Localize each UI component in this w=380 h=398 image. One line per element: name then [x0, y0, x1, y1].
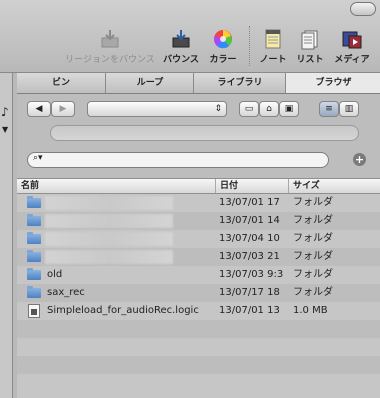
lists-button[interactable]: リスト — [294, 28, 326, 65]
notes-icon — [265, 29, 281, 49]
path-bar — [50, 125, 359, 141]
media-panel: ビン ループ ライブラリ ブラウザ ◀ ▶ ⇕ ▭ ⌂ ▣ ≡ ▥ ⌕▾ + 名… — [17, 73, 380, 398]
back-button[interactable]: ◀ — [27, 101, 51, 117]
bounce-label: バウンス — [163, 55, 199, 65]
file-table: 名前 日付 サイズ 13/07/01 17 フォルダ 13/07/01 14 フ… — [17, 178, 380, 398]
colors-button[interactable]: カラー — [207, 28, 239, 65]
column-view-icon: ▥ — [344, 104, 354, 114]
row-date: 13/07/01 13 — [219, 305, 280, 316]
row-size: 1.0 MB — [293, 305, 328, 316]
row-name: Simpleload_for_audioRec.logic — [47, 305, 199, 316]
forward-button[interactable]: ▶ — [51, 101, 75, 117]
bounce-region-label: リージョンをバウンス — [65, 55, 155, 65]
redacted-name — [45, 250, 173, 264]
tab-loops[interactable]: ループ — [105, 73, 194, 93]
project-location-button[interactable]: ▣ — [279, 101, 299, 117]
row-date: 13/07/17 18 — [219, 287, 280, 298]
column-header-size[interactable]: サイズ — [289, 179, 380, 193]
redacted-name — [45, 232, 173, 246]
row-size: フォルダ — [293, 269, 333, 280]
empty-row — [17, 338, 380, 356]
media-label: メディア — [334, 55, 370, 65]
empty-row — [17, 374, 380, 392]
left-panel-edge: ♪ ▼ — [0, 73, 13, 398]
lists-icon — [301, 30, 318, 50]
bounce-region-button[interactable]: リージョンをバウンス — [62, 28, 158, 65]
folder-icon — [27, 250, 41, 262]
redacted-name — [45, 196, 173, 210]
row-name: old — [47, 269, 63, 280]
tab-bin[interactable]: ビン — [17, 73, 105, 93]
column-header-date[interactable]: 日付 — [216, 179, 289, 193]
home-icon: ⌂ — [266, 104, 272, 114]
bounce-button[interactable]: バウンス — [163, 28, 199, 65]
list-view-icon: ≡ — [325, 104, 333, 114]
computer-location-button[interactable]: ▭ — [239, 101, 259, 117]
empty-row — [17, 356, 380, 374]
tab-library[interactable]: ライブラリ — [193, 73, 286, 93]
search-icon: ⌕▾ — [33, 153, 43, 163]
location-popup[interactable]: ⇕ — [87, 101, 227, 117]
list-view-button[interactable]: ≡ — [319, 101, 339, 117]
folder-icon — [27, 286, 41, 298]
media-icon — [342, 31, 362, 49]
computer-icon: ▭ — [244, 104, 254, 114]
bounce-region-icon — [101, 30, 119, 48]
redacted-name — [45, 214, 173, 228]
table-row[interactable]: 13/07/03 21 フォルダ — [17, 248, 380, 266]
empty-row — [17, 320, 380, 338]
table-row[interactable]: Simpleload_for_audioRec.logic 13/07/01 1… — [17, 302, 380, 320]
folder-icon — [27, 232, 41, 244]
table-row[interactable]: 13/07/01 14 フォルダ — [17, 212, 380, 230]
row-size: フォルダ — [293, 197, 333, 208]
disclosure-arrow-icon[interactable]: ▼ — [2, 125, 8, 134]
row-date: 13/07/03 21 — [219, 251, 280, 262]
row-date: 13/07/03 9:3 — [219, 269, 284, 280]
table-row[interactable]: 13/07/01 17 フォルダ — [17, 194, 380, 212]
panel-tabs: ビン ループ ライブラリ ブラウザ — [17, 73, 380, 94]
folder-icon — [27, 196, 41, 208]
color-wheel-icon — [214, 30, 232, 49]
row-date: 13/07/01 17 — [219, 197, 280, 208]
popup-arrows-icon: ⇕ — [214, 104, 222, 114]
search-field[interactable]: ⌕▾ — [27, 152, 329, 168]
folder-icon — [27, 268, 41, 280]
add-search-button[interactable]: + — [353, 153, 366, 166]
briefcase-icon: ▣ — [284, 104, 294, 114]
toolbar: リージョンをバウンス バウンス カラー ノート リスト メディア — [0, 0, 380, 73]
folder-icon — [27, 214, 41, 226]
forward-arrow-icon: ▶ — [59, 104, 67, 114]
row-size: フォルダ — [293, 251, 333, 262]
row-date: 13/07/04 10 — [219, 233, 280, 244]
music-note-icon: ♪ — [1, 105, 9, 119]
notes-label: ノート — [259, 55, 287, 65]
lists-label: リスト — [296, 55, 324, 65]
row-name: sax_rec — [47, 287, 85, 298]
toolbar-separator — [249, 26, 250, 66]
notes-button[interactable]: ノート — [257, 28, 289, 65]
media-button[interactable]: メディア — [332, 28, 372, 65]
table-row[interactable]: old 13/07/03 9:3 フォルダ — [17, 266, 380, 284]
table-header: 名前 日付 サイズ — [17, 178, 380, 194]
table-row[interactable]: sax_rec 13/07/17 18 フォルダ — [17, 284, 380, 302]
row-size: フォルダ — [293, 215, 333, 226]
table-row[interactable]: 13/07/04 10 フォルダ — [17, 230, 380, 248]
navigation-row: ◀ ▶ ⇕ ▭ ⌂ ▣ ≡ ▥ — [17, 101, 380, 121]
toolbar-toggle-button[interactable] — [350, 2, 376, 16]
colors-label: カラー — [209, 55, 237, 65]
home-location-button[interactable]: ⌂ — [259, 101, 279, 117]
column-header-name[interactable]: 名前 — [17, 179, 216, 193]
tab-browser[interactable]: ブラウザ — [285, 73, 380, 93]
row-date: 13/07/01 14 — [219, 215, 280, 226]
logic-file-icon — [28, 304, 40, 318]
row-size: フォルダ — [293, 287, 333, 298]
back-arrow-icon: ◀ — [35, 104, 43, 114]
bounce-icon — [172, 30, 190, 48]
column-view-button[interactable]: ▥ — [339, 101, 359, 117]
row-size: フォルダ — [293, 233, 333, 244]
